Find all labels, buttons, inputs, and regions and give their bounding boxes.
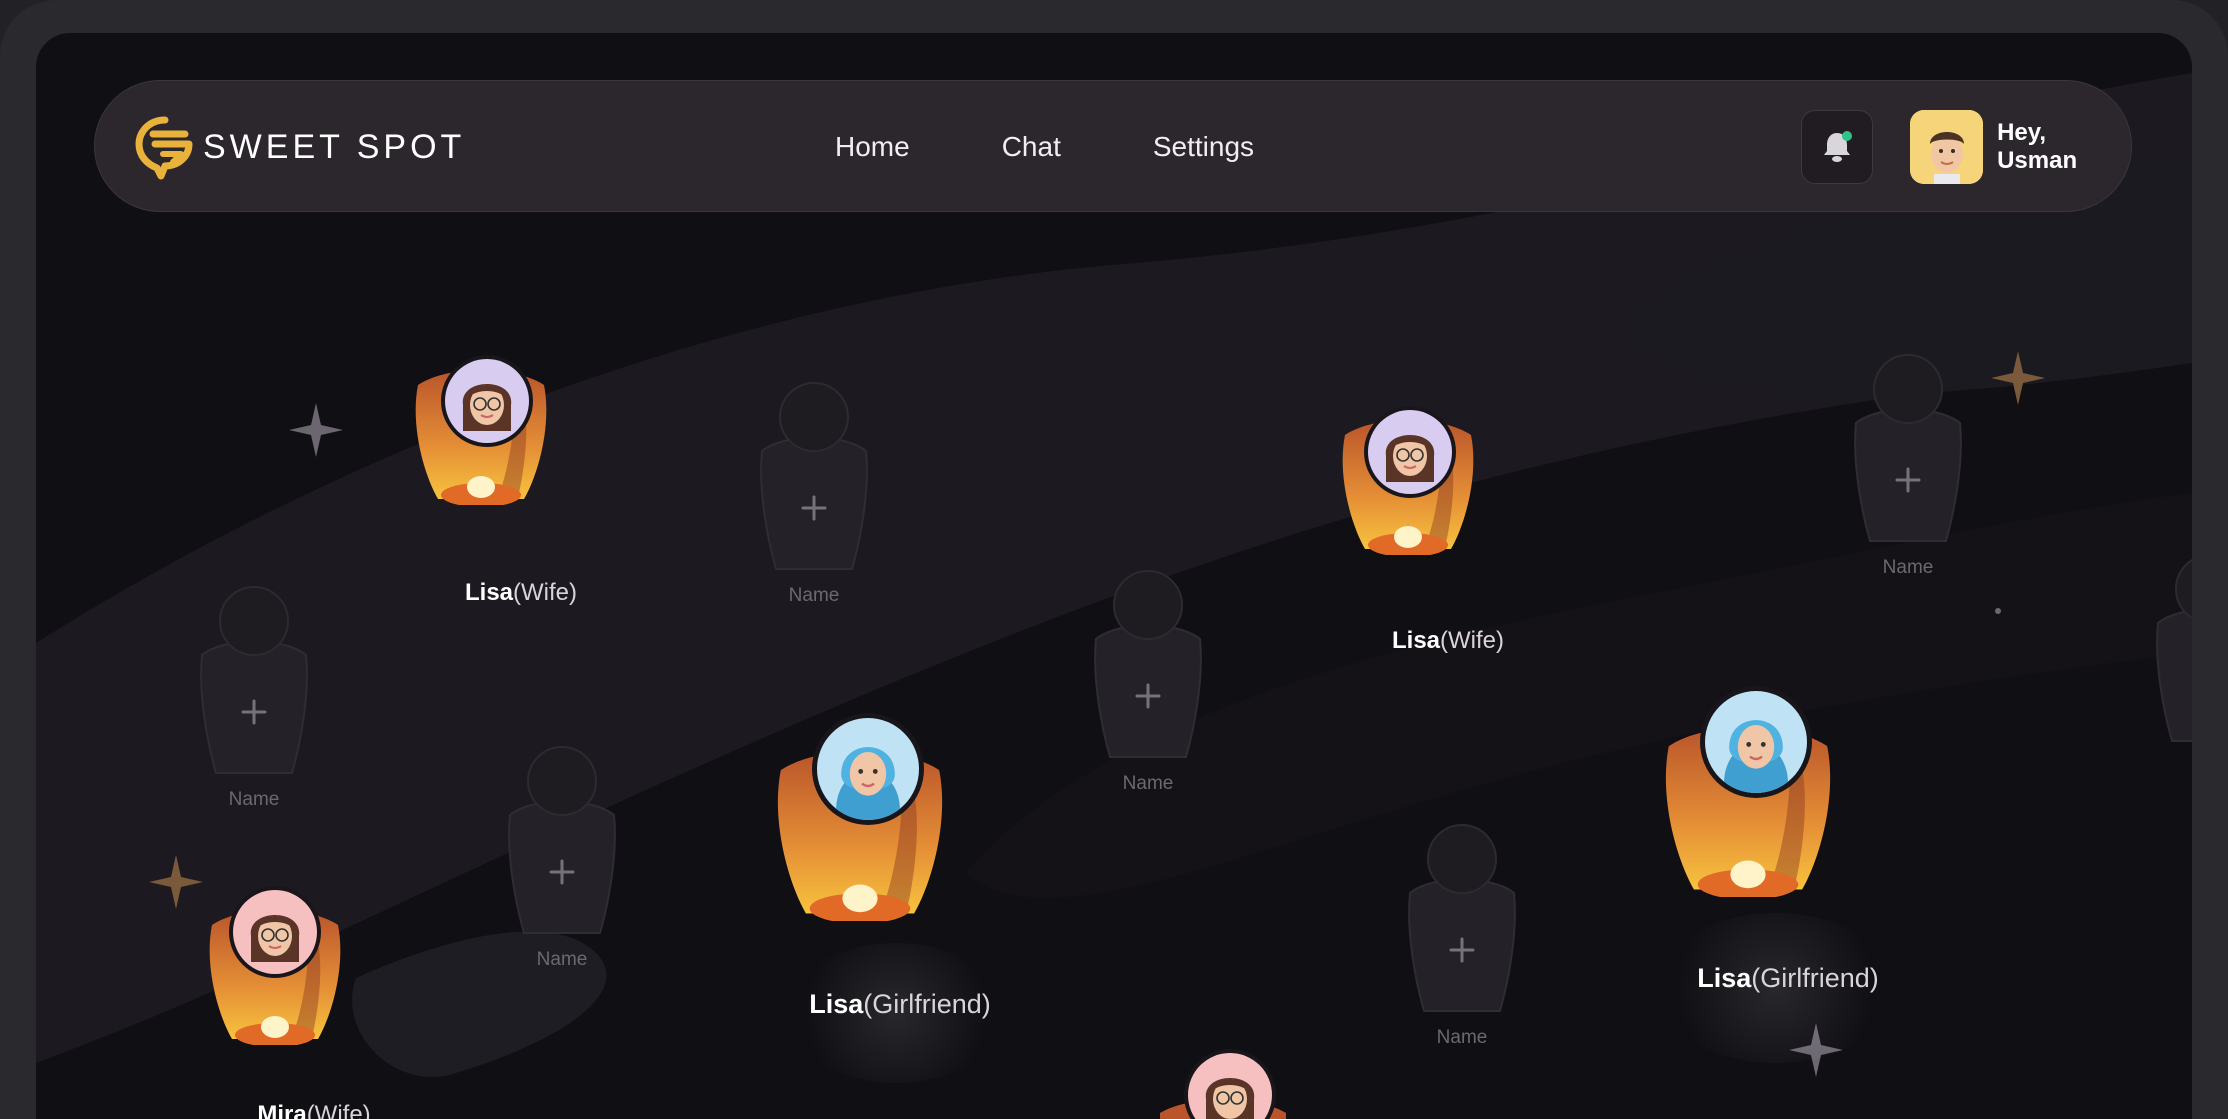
nav-settings[interactable]: Settings <box>1153 125 1254 169</box>
glasses-woman-avatar-icon <box>462 384 512 431</box>
notification-button[interactable] <box>1801 110 1873 184</box>
user-greeting: Hey, Usman <box>1997 119 2078 174</box>
empty-slot-label: Name <box>1122 773 1174 794</box>
main-nav: Home Chat Settings <box>835 125 1254 169</box>
nav-home[interactable]: Home <box>835 125 910 169</box>
glasses-woman-avatar-icon <box>1385 435 1435 482</box>
brand-logo[interactable]: SWEET SPOT <box>135 114 465 180</box>
empty-lantern-icon <box>1408 824 1516 1012</box>
empty-lantern-icon <box>508 746 616 934</box>
lantern-lisa-wife[interactable]: Lisa(Wife) <box>408 355 577 606</box>
empty-lantern-icon <box>1094 570 1202 758</box>
user-profile[interactable]: Hey, Usman <box>1910 110 2131 184</box>
empty-lantern-slot[interactable]: Name <box>1402 823 1522 1048</box>
empty-slot-label: Name <box>536 949 588 970</box>
lantern-label: Lisa(Wife) <box>1391 627 1505 654</box>
glasses-woman-avatar-icon <box>250 915 300 962</box>
empty-slot-label: Name <box>1882 557 1934 578</box>
avatar <box>1364 406 1456 498</box>
empty-lantern-icon <box>2156 558 2192 742</box>
avatar <box>1700 686 1812 798</box>
lantern-label: Mira(Wife) <box>257 1101 371 1119</box>
app-screen: SWEET SPOT Home Chat Settings Hey, Usman… <box>36 33 2192 1119</box>
empty-slot-label: Name <box>1436 1027 1488 1048</box>
empty-lantern-slot[interactable] <box>2150 553 2192 758</box>
lantern-partial[interactable] <box>1150 1049 1296 1119</box>
sweet-spot-logo-icon <box>135 116 193 180</box>
empty-lantern-slot[interactable]: Name <box>1848 353 1968 578</box>
empty-slot-label: Name <box>228 789 280 810</box>
empty-lantern-slot[interactable]: Name <box>194 585 314 810</box>
empty-lantern-slot[interactable]: Name <box>1088 569 1208 794</box>
empty-lantern-slot[interactable]: Name <box>754 381 874 606</box>
empty-lantern-slot[interactable]: Name <box>502 745 622 970</box>
lantern-label: Lisa(Wife) <box>464 579 578 606</box>
empty-lantern-icon <box>200 586 308 774</box>
lantern-label: Lisa(Girlfriend) <box>1697 963 1879 993</box>
avatar <box>229 886 321 978</box>
lantern-lisa-wife[interactable]: Lisa(Wife) <box>1335 406 1504 654</box>
device-frame: SWEET SPOT Home Chat Settings Hey, Usman… <box>0 0 2228 1119</box>
top-navbar: SWEET SPOT Home Chat Settings Hey, Usman <box>94 80 2132 212</box>
lantern-lisa-girlfriend[interactable]: Lisa(Girlfriend) <box>1656 686 1879 993</box>
empty-slot-label: Name <box>788 585 840 606</box>
hijab-woman-avatar-icon <box>835 747 901 820</box>
empty-lantern-icon <box>1854 354 1962 542</box>
bell-icon <box>1824 131 1852 162</box>
avatar <box>441 355 533 447</box>
hijab-woman-avatar-icon <box>1723 720 1789 793</box>
empty-lantern-icon <box>760 382 868 570</box>
lantern-mira-wife[interactable]: Mira(Wife) <box>202 886 371 1119</box>
lantern-lisa-girlfriend[interactable]: Lisa(Girlfriend) <box>768 713 991 1019</box>
avatar <box>812 713 924 825</box>
user-avatar <box>1910 110 1984 184</box>
brand-name: SWEET SPOT <box>203 127 466 166</box>
lantern-label: Lisa(Girlfriend) <box>809 989 991 1019</box>
glasses-woman-avatar-icon <box>1205 1078 1255 1119</box>
nav-chat[interactable]: Chat <box>1002 125 1061 169</box>
man-avatar-icon <box>1910 110 1984 184</box>
